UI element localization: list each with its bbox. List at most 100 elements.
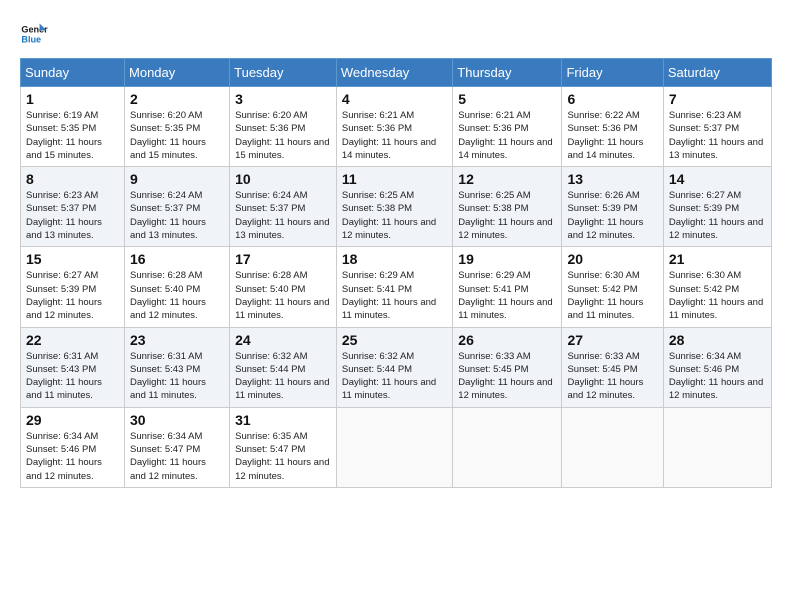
day-info: Sunrise: 6:23 AMSunset: 5:37 PMDaylight:…	[669, 110, 763, 161]
day-number: 12	[458, 171, 556, 187]
calendar-cell: 23 Sunrise: 6:31 AMSunset: 5:43 PMDaylig…	[125, 327, 230, 407]
weekday-header-saturday: Saturday	[663, 59, 771, 87]
svg-text:Blue: Blue	[21, 34, 41, 44]
day-number: 23	[130, 332, 224, 348]
day-number: 3	[235, 91, 331, 107]
day-number: 4	[342, 91, 447, 107]
day-number: 27	[567, 332, 657, 348]
day-number: 29	[26, 412, 119, 428]
day-info: Sunrise: 6:19 AMSunset: 5:35 PMDaylight:…	[26, 110, 102, 161]
day-info: Sunrise: 6:28 AMSunset: 5:40 PMDaylight:…	[235, 270, 329, 321]
day-number: 21	[669, 251, 766, 267]
day-info: Sunrise: 6:31 AMSunset: 5:43 PMDaylight:…	[130, 351, 206, 402]
day-number: 20	[567, 251, 657, 267]
day-number: 7	[669, 91, 766, 107]
calendar-body: 1 Sunrise: 6:19 AMSunset: 5:35 PMDayligh…	[21, 87, 772, 488]
day-info: Sunrise: 6:32 AMSunset: 5:44 PMDaylight:…	[342, 351, 436, 402]
day-number: 14	[669, 171, 766, 187]
calendar-cell: 21 Sunrise: 6:30 AMSunset: 5:42 PMDaylig…	[663, 247, 771, 327]
calendar-cell	[336, 407, 452, 487]
day-number: 5	[458, 91, 556, 107]
calendar-cell: 10 Sunrise: 6:24 AMSunset: 5:37 PMDaylig…	[230, 167, 337, 247]
day-number: 17	[235, 251, 331, 267]
calendar-cell: 24 Sunrise: 6:32 AMSunset: 5:44 PMDaylig…	[230, 327, 337, 407]
day-number: 26	[458, 332, 556, 348]
calendar-cell	[453, 407, 562, 487]
calendar-cell: 13 Sunrise: 6:26 AMSunset: 5:39 PMDaylig…	[562, 167, 663, 247]
calendar-cell: 11 Sunrise: 6:25 AMSunset: 5:38 PMDaylig…	[336, 167, 452, 247]
calendar-cell: 28 Sunrise: 6:34 AMSunset: 5:46 PMDaylig…	[663, 327, 771, 407]
weekday-header-monday: Monday	[125, 59, 230, 87]
calendar-cell: 31 Sunrise: 6:35 AMSunset: 5:47 PMDaylig…	[230, 407, 337, 487]
day-info: Sunrise: 6:28 AMSunset: 5:40 PMDaylight:…	[130, 270, 206, 321]
day-info: Sunrise: 6:20 AMSunset: 5:35 PMDaylight:…	[130, 110, 206, 161]
calendar-cell: 27 Sunrise: 6:33 AMSunset: 5:45 PMDaylig…	[562, 327, 663, 407]
day-info: Sunrise: 6:27 AMSunset: 5:39 PMDaylight:…	[669, 190, 763, 241]
day-info: Sunrise: 6:22 AMSunset: 5:36 PMDaylight:…	[567, 110, 643, 161]
day-number: 13	[567, 171, 657, 187]
calendar-cell: 19 Sunrise: 6:29 AMSunset: 5:41 PMDaylig…	[453, 247, 562, 327]
day-info: Sunrise: 6:33 AMSunset: 5:45 PMDaylight:…	[458, 351, 552, 402]
day-info: Sunrise: 6:30 AMSunset: 5:42 PMDaylight:…	[669, 270, 763, 321]
weekday-header-friday: Friday	[562, 59, 663, 87]
calendar-cell: 1 Sunrise: 6:19 AMSunset: 5:35 PMDayligh…	[21, 87, 125, 167]
calendar-header-row: SundayMondayTuesdayWednesdayThursdayFrid…	[21, 59, 772, 87]
calendar-cell: 17 Sunrise: 6:28 AMSunset: 5:40 PMDaylig…	[230, 247, 337, 327]
calendar-cell: 18 Sunrise: 6:29 AMSunset: 5:41 PMDaylig…	[336, 247, 452, 327]
day-info: Sunrise: 6:33 AMSunset: 5:45 PMDaylight:…	[567, 351, 643, 402]
day-info: Sunrise: 6:24 AMSunset: 5:37 PMDaylight:…	[235, 190, 329, 241]
day-info: Sunrise: 6:21 AMSunset: 5:36 PMDaylight:…	[342, 110, 436, 161]
calendar-week-1: 1 Sunrise: 6:19 AMSunset: 5:35 PMDayligh…	[21, 87, 772, 167]
day-number: 19	[458, 251, 556, 267]
day-info: Sunrise: 6:29 AMSunset: 5:41 PMDaylight:…	[458, 270, 552, 321]
calendar-cell: 3 Sunrise: 6:20 AMSunset: 5:36 PMDayligh…	[230, 87, 337, 167]
day-number: 1	[26, 91, 119, 107]
day-number: 28	[669, 332, 766, 348]
day-number: 9	[130, 171, 224, 187]
header: General Blue	[20, 20, 772, 48]
day-info: Sunrise: 6:26 AMSunset: 5:39 PMDaylight:…	[567, 190, 643, 241]
weekday-header-sunday: Sunday	[21, 59, 125, 87]
day-number: 24	[235, 332, 331, 348]
calendar-cell: 29 Sunrise: 6:34 AMSunset: 5:46 PMDaylig…	[21, 407, 125, 487]
calendar-cell: 5 Sunrise: 6:21 AMSunset: 5:36 PMDayligh…	[453, 87, 562, 167]
calendar-cell: 20 Sunrise: 6:30 AMSunset: 5:42 PMDaylig…	[562, 247, 663, 327]
calendar-cell: 6 Sunrise: 6:22 AMSunset: 5:36 PMDayligh…	[562, 87, 663, 167]
calendar-cell: 22 Sunrise: 6:31 AMSunset: 5:43 PMDaylig…	[21, 327, 125, 407]
day-info: Sunrise: 6:35 AMSunset: 5:47 PMDaylight:…	[235, 431, 329, 482]
calendar-cell: 2 Sunrise: 6:20 AMSunset: 5:35 PMDayligh…	[125, 87, 230, 167]
calendar-cell: 15 Sunrise: 6:27 AMSunset: 5:39 PMDaylig…	[21, 247, 125, 327]
day-info: Sunrise: 6:23 AMSunset: 5:37 PMDaylight:…	[26, 190, 102, 241]
day-info: Sunrise: 6:29 AMSunset: 5:41 PMDaylight:…	[342, 270, 436, 321]
day-info: Sunrise: 6:34 AMSunset: 5:47 PMDaylight:…	[130, 431, 206, 482]
calendar-cell: 7 Sunrise: 6:23 AMSunset: 5:37 PMDayligh…	[663, 87, 771, 167]
day-info: Sunrise: 6:21 AMSunset: 5:36 PMDaylight:…	[458, 110, 552, 161]
day-number: 22	[26, 332, 119, 348]
day-info: Sunrise: 6:25 AMSunset: 5:38 PMDaylight:…	[458, 190, 552, 241]
calendar-week-4: 22 Sunrise: 6:31 AMSunset: 5:43 PMDaylig…	[21, 327, 772, 407]
weekday-header-wednesday: Wednesday	[336, 59, 452, 87]
day-info: Sunrise: 6:32 AMSunset: 5:44 PMDaylight:…	[235, 351, 329, 402]
day-info: Sunrise: 6:27 AMSunset: 5:39 PMDaylight:…	[26, 270, 102, 321]
calendar-cell: 8 Sunrise: 6:23 AMSunset: 5:37 PMDayligh…	[21, 167, 125, 247]
day-number: 11	[342, 171, 447, 187]
day-info: Sunrise: 6:24 AMSunset: 5:37 PMDaylight:…	[130, 190, 206, 241]
day-number: 6	[567, 91, 657, 107]
calendar-cell: 26 Sunrise: 6:33 AMSunset: 5:45 PMDaylig…	[453, 327, 562, 407]
calendar-table: SundayMondayTuesdayWednesdayThursdayFrid…	[20, 58, 772, 488]
calendar-week-3: 15 Sunrise: 6:27 AMSunset: 5:39 PMDaylig…	[21, 247, 772, 327]
day-number: 8	[26, 171, 119, 187]
day-number: 10	[235, 171, 331, 187]
weekday-header-thursday: Thursday	[453, 59, 562, 87]
logo-icon: General Blue	[20, 20, 48, 48]
weekday-header-tuesday: Tuesday	[230, 59, 337, 87]
calendar-week-2: 8 Sunrise: 6:23 AMSunset: 5:37 PMDayligh…	[21, 167, 772, 247]
day-info: Sunrise: 6:20 AMSunset: 5:36 PMDaylight:…	[235, 110, 329, 161]
calendar-cell: 16 Sunrise: 6:28 AMSunset: 5:40 PMDaylig…	[125, 247, 230, 327]
day-info: Sunrise: 6:25 AMSunset: 5:38 PMDaylight:…	[342, 190, 436, 241]
day-info: Sunrise: 6:34 AMSunset: 5:46 PMDaylight:…	[26, 431, 102, 482]
day-info: Sunrise: 6:31 AMSunset: 5:43 PMDaylight:…	[26, 351, 102, 402]
day-number: 18	[342, 251, 447, 267]
day-info: Sunrise: 6:30 AMSunset: 5:42 PMDaylight:…	[567, 270, 643, 321]
calendar-cell: 14 Sunrise: 6:27 AMSunset: 5:39 PMDaylig…	[663, 167, 771, 247]
